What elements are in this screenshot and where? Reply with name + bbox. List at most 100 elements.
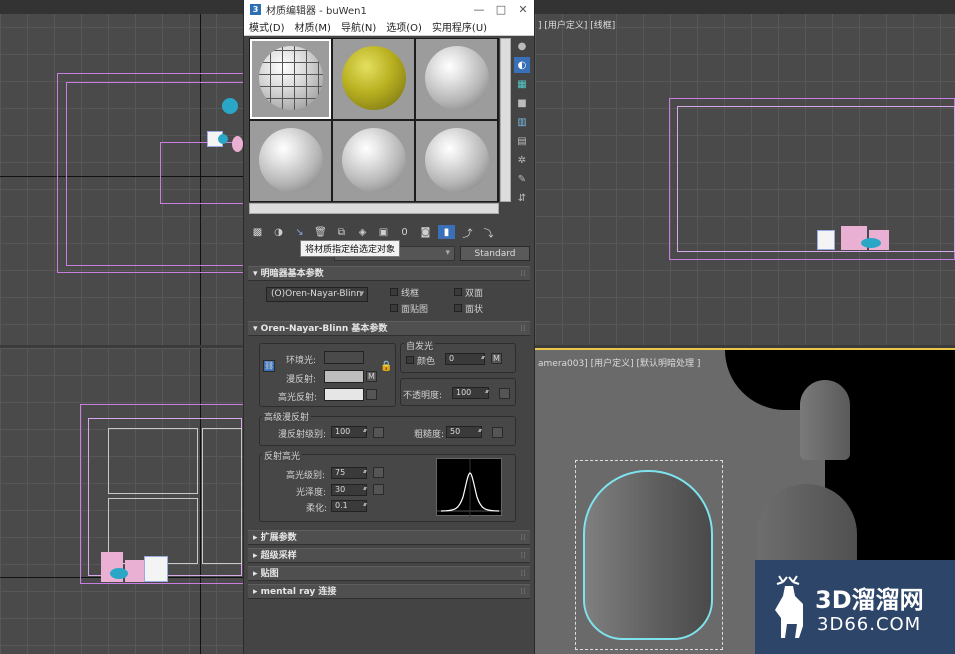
roughness-spinner[interactable]: 50 — [446, 426, 482, 438]
material-sphere — [259, 46, 323, 110]
rollout-extended[interactable]: ▸ 扩展参数 ⁞⁞ — [248, 530, 530, 545]
backlight-icon[interactable]: ◐ — [514, 57, 530, 73]
diffuse-map-button[interactable]: M — [366, 371, 377, 382]
app-icon: 3 — [250, 3, 261, 15]
rollout-mental-ray[interactable]: ▸ mental ray 连接 ⁞⁞ — [248, 584, 530, 599]
faceted-checkbox[interactable] — [454, 304, 462, 312]
opacity-map-button[interactable] — [499, 388, 510, 399]
close-button[interactable]: ✕ — [512, 3, 534, 16]
object-blue — [110, 568, 128, 579]
sample-slot-4[interactable] — [250, 121, 331, 201]
rollout-onb-basic[interactable]: ▾ Oren-Nayar-Blinn 基本参数 ⁞⁞ — [248, 321, 530, 336]
assign-to-selection-icon[interactable]: ↘ — [291, 225, 308, 239]
wire-checkbox[interactable] — [390, 288, 398, 296]
maximize-button[interactable]: □ — [490, 3, 512, 16]
reset-map-icon[interactable]: 🗑 — [312, 225, 329, 239]
lock-icon[interactable]: 🔒 — [380, 361, 392, 372]
chevron-down-icon: ▾ — [359, 289, 364, 299]
spec-level-label: 高光级别: — [286, 471, 326, 481]
menu-navigation[interactable]: 导航(N) — [341, 19, 376, 34]
viewport-top-left[interactable] — [0, 0, 243, 345]
viewport-top-right[interactable]: ] [用户定义] [线框] — [535, 0, 955, 345]
select-by-material-icon[interactable]: ✎ — [514, 171, 530, 187]
main-toolbar-strip — [535, 0, 955, 14]
viewport-label[interactable]: amera003] [用户定义] [默认明暗处理 ] — [538, 356, 700, 369]
pin-icon: ⁞⁞ — [520, 533, 526, 543]
watermark-brand: 3D溜溜网 — [815, 586, 924, 614]
show-map-in-viewport-icon[interactable]: ◙ — [417, 225, 434, 239]
glossiness-spinner[interactable]: 30 — [331, 484, 367, 496]
self-illum-color-checkbox[interactable] — [406, 356, 414, 364]
spec-level-spinner[interactable]: 75 — [331, 467, 367, 479]
faceted-label: 面状 — [465, 305, 484, 315]
rollout-title: 超级采样 — [260, 551, 297, 561]
opacity-spinner[interactable]: 100 — [452, 387, 489, 399]
window-title: 材质编辑器 - buWen1 — [266, 5, 367, 17]
object-pink — [232, 136, 243, 152]
object-blue — [222, 98, 238, 114]
specular-map-button[interactable] — [366, 389, 377, 400]
roughness-map-button[interactable] — [492, 427, 503, 438]
two-sided-checkbox[interactable] — [454, 288, 462, 296]
self-illum-map-button[interactable]: M — [491, 353, 502, 364]
face-map-checkbox[interactable] — [390, 304, 398, 312]
sample-slot-6[interactable] — [416, 121, 497, 201]
background-icon[interactable]: ▦ — [514, 76, 530, 92]
diffuse-color-swatch[interactable] — [324, 370, 364, 383]
sample-uv-icon[interactable]: ■ — [514, 95, 530, 111]
menu-mode[interactable]: 模式(D) — [249, 19, 285, 34]
go-forward-to-sibling-icon[interactable]: ⤵ — [480, 225, 497, 240]
minimize-button[interactable]: — — [468, 3, 490, 16]
sample-type-icon[interactable]: ● — [514, 38, 530, 54]
specular-color-swatch[interactable] — [324, 388, 364, 401]
main-toolbar-strip — [0, 0, 243, 14]
viewport-label[interactable]: ] [用户定义] [线框] — [538, 18, 615, 31]
face-map-label: 面贴图 — [401, 305, 429, 315]
cabinet-door — [202, 428, 242, 564]
copy-material-icon[interactable]: ⧉ — [333, 225, 350, 239]
menu-material[interactable]: 材质(M) — [295, 19, 331, 34]
rollout-supersampling[interactable]: ▸ 超级采样 ⁞⁞ — [248, 548, 530, 563]
pin-icon: ⁞⁞ — [520, 551, 526, 561]
slots-vertical-scrollbar[interactable] — [500, 38, 511, 202]
highlight-curve-graph — [436, 458, 503, 517]
diffuse-level-map-button[interactable] — [373, 427, 384, 438]
slots-horizontal-scrollbar[interactable] — [249, 203, 499, 214]
options-icon[interactable]: ✲ — [514, 152, 530, 168]
glossiness-map-button[interactable] — [373, 484, 384, 495]
put-to-scene-icon[interactable]: ◑ — [270, 225, 287, 239]
get-material-icon[interactable]: ▩ — [249, 225, 266, 239]
diffuse-level-spinner[interactable]: 100 — [331, 426, 367, 438]
sample-slot-2[interactable] — [333, 39, 414, 119]
object-blue — [218, 134, 228, 144]
put-to-library-icon[interactable]: ▣ — [375, 225, 392, 239]
rollout-maps[interactable]: ▸ 贴图 ⁞⁞ — [248, 566, 530, 581]
deer-logo-icon — [775, 575, 803, 638]
sample-slot-5[interactable] — [333, 121, 414, 201]
make-preview-icon[interactable]: ▤ — [514, 133, 530, 149]
title-bar[interactable]: 3 材质编辑器 - buWen1 — □ ✕ — [244, 0, 534, 18]
sample-slot-3[interactable] — [416, 39, 497, 119]
rollout-shader-basic[interactable]: ▾ 明暗器基本参数 ⁞⁞ — [248, 266, 530, 281]
material-type-button[interactable]: Standard — [460, 246, 530, 261]
lock-ambient-diffuse-icon[interactable]: ⛓ — [263, 360, 275, 372]
shader-dropdown[interactable]: (O)Oren-Nayar-Blinn ▾ — [266, 287, 368, 302]
rollout-title: mental ray 连接 — [260, 587, 337, 597]
side-toolbar: ● ◐ ▦ ■ ▥ ▤ ✲ ✎ ⇵ — [514, 38, 532, 209]
go-to-parent-icon[interactable]: ⤴ — [459, 225, 476, 240]
menu-utilities[interactable]: 实用程序(U) — [432, 19, 487, 34]
menu-options[interactable]: 选项(O) — [386, 19, 422, 34]
make-unique-icon[interactable]: ◈ — [354, 225, 371, 239]
show-end-result-icon[interactable]: ▮ — [438, 225, 455, 239]
ambient-color-swatch[interactable] — [324, 351, 364, 364]
viewport-bottom-left[interactable] — [0, 348, 243, 654]
glossiness-label: 光泽度: — [296, 488, 327, 498]
material-id-icon[interactable]: 0 — [396, 225, 413, 239]
material-map-navigator-icon[interactable]: ⇵ — [514, 190, 530, 206]
spec-level-map-button[interactable] — [373, 467, 384, 478]
map-label: M — [493, 354, 500, 363]
sample-slot-1[interactable] — [250, 39, 331, 119]
video-color-check-icon[interactable]: ▥ — [514, 114, 530, 130]
soften-spinner[interactable]: 0.1 — [331, 500, 367, 512]
self-illum-spinner[interactable]: 0 — [445, 353, 485, 365]
